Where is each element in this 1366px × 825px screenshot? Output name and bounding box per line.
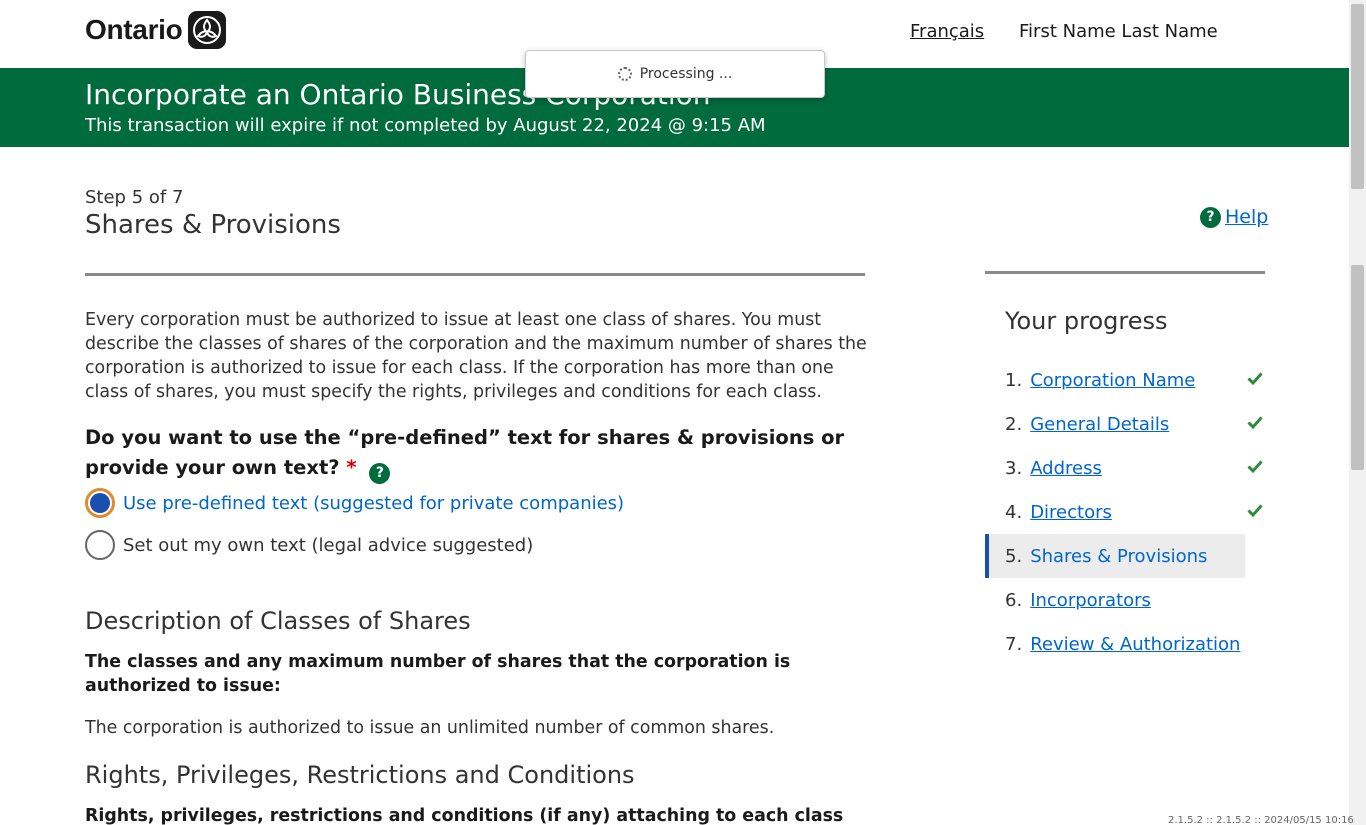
logo-wordmark: Ontario — [85, 14, 183, 45]
language-toggle-link[interactable]: Français — [910, 21, 984, 42]
checkmark-icon — [1247, 372, 1263, 386]
progress-item-general-details[interactable]: 2. General Details — [985, 402, 1263, 446]
progress-link-current[interactable]: Shares & Provisions — [1030, 546, 1207, 567]
rights-label: Rights, privileges, restrictions and con… — [85, 806, 844, 825]
progress-number: 5. — [1005, 545, 1023, 567]
progress-number: 3. — [1005, 457, 1023, 479]
help-icon: ? — [1200, 206, 1221, 228]
radio-predefined-text[interactable]: Use pre-defined text (suggested for priv… — [85, 488, 624, 518]
progress-number: 7. — [1005, 633, 1023, 655]
progress-item-shares-provisions[interactable]: 5. Shares & Provisions — [985, 534, 1245, 578]
progress-link[interactable]: Corporation Name — [1030, 370, 1195, 391]
processing-dialog: Processing ... — [525, 50, 825, 98]
required-marker: * — [346, 456, 357, 479]
progress-link[interactable]: Directors — [1030, 502, 1112, 523]
ontario-logo[interactable]: Ontario — [85, 11, 227, 49]
spinner-icon — [617, 67, 632, 81]
progress-number: 2. — [1005, 413, 1023, 435]
checkmark-icon — [1247, 416, 1263, 430]
step-indicator: Step 5 of 7 — [85, 187, 184, 208]
trillium-icon — [188, 11, 227, 49]
radio-dot — [90, 493, 110, 513]
processing-text: Processing ... — [639, 66, 733, 82]
shares-text-question: Do you want to use the “pre-defined” tex… — [85, 423, 885, 484]
radio-label[interactable]: Set out my own text (legal advice sugges… — [123, 535, 533, 556]
user-name[interactable]: First Name Last Name — [1019, 21, 1218, 42]
radio-label[interactable]: Use pre-defined text (suggested for priv… — [123, 493, 624, 514]
scrollbar-track-upper[interactable] — [1351, 4, 1364, 189]
progress-link[interactable]: General Details — [1030, 414, 1169, 435]
progress-number: 6. — [1005, 589, 1023, 611]
progress-item-directors[interactable]: 4. Directors — [985, 490, 1263, 534]
progress-link[interactable]: Review & Authorization — [1030, 634, 1240, 655]
page-title: Shares & Provisions — [85, 210, 341, 240]
classes-label: The classes and any maximum number of sh… — [85, 652, 791, 696]
expiry-notice: This transaction will expire if not comp… — [85, 115, 766, 136]
divider — [85, 273, 865, 276]
radio-button[interactable] — [85, 530, 115, 560]
radio-button-selected[interactable] — [85, 488, 115, 518]
radio-own-text[interactable]: Set out my own text (legal advice sugges… — [85, 530, 533, 560]
section-heading-rights: Rights, Privileges, Restrictions and Con… — [85, 761, 635, 789]
checkmark-icon — [1247, 504, 1263, 518]
progress-item-corporation-name[interactable]: 1. Corporation Name — [985, 358, 1263, 402]
help-link[interactable]: Help — [1225, 206, 1268, 228]
scrollbar-thumb[interactable] — [1351, 265, 1364, 470]
version-info: 2.1.5.2 :: 2.1.5.2 :: 2024/05/15 10:16 — [1168, 815, 1354, 825]
progress-title: Your progress — [1005, 307, 1168, 335]
sidebar-divider — [985, 271, 1265, 274]
question-help-icon[interactable]: ? — [369, 462, 391, 484]
help-button[interactable]: ? Help — [1200, 206, 1268, 228]
checkmark-icon — [1247, 460, 1263, 474]
progress-link[interactable]: Incorporators — [1030, 590, 1151, 611]
progress-item-incorporators[interactable]: 6. Incorporators — [985, 578, 1245, 622]
section-heading-classes: Description of Classes of Shares — [85, 607, 471, 635]
progress-link[interactable]: Address — [1030, 458, 1102, 479]
classes-value: The corporation is authorized to issue a… — [85, 718, 775, 738]
intro-text: Every corporation must be authorized to … — [85, 310, 867, 402]
progress-item-review-authorization[interactable]: 7. Review & Authorization — [985, 622, 1245, 666]
progress-item-address[interactable]: 3. Address — [985, 446, 1263, 490]
progress-number: 1. — [1005, 369, 1023, 391]
question-text: Do you want to use the “pre-defined” tex… — [85, 426, 845, 479]
progress-number: 4. — [1005, 501, 1023, 523]
